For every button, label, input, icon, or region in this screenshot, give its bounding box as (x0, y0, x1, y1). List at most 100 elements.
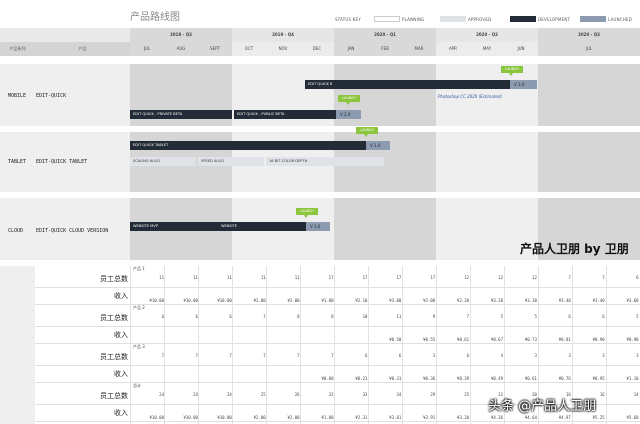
version-v1-tablet[interactable]: V 1.0 (366, 141, 390, 150)
bar-edit-quick-8[interactable]: EDIT QUICK 8 (305, 80, 510, 89)
launch-badge[interactable]: LAUNCH (296, 208, 318, 215)
bar-speed-algo[interactable]: SPEED ALGO (198, 157, 264, 166)
row-divider (35, 343, 640, 344)
column-gridline (198, 266, 199, 424)
table-cell: 26 (294, 392, 300, 397)
launch-arrow (364, 134, 368, 137)
row-label: 收入 (114, 331, 128, 339)
lane-band (436, 132, 538, 192)
table-cell: ¥1.00 (321, 415, 334, 420)
table-cell: 7 (466, 314, 470, 319)
table-cell: ¥2.20 (457, 298, 470, 303)
table-cell: ¥0.39 (457, 376, 470, 381)
table-cell: ¥3.30 (524, 298, 537, 303)
table-cell: 6 (398, 353, 402, 358)
table-cell: 25 (260, 392, 266, 397)
series-cloud: CLOUD (8, 228, 24, 234)
table-cell: ¥0.67 (490, 337, 503, 342)
table-cell: 12 (498, 275, 503, 280)
table-cell: ¥0.36 (423, 376, 436, 381)
table-cell: 7 (161, 353, 164, 358)
table-cell: ¥10.00 (183, 415, 198, 420)
table-cell: 8 (331, 314, 334, 319)
month-header: AUG (164, 42, 198, 56)
table-cell: ¥3.40 (558, 298, 571, 303)
status-approved: APPROVED (468, 17, 492, 22)
bar-website[interactable]: WEBSITE (218, 222, 306, 231)
status-launched: LAUNCHED (608, 17, 632, 22)
planning-swatch (374, 16, 400, 22)
table-cell: 6 (195, 314, 198, 319)
row-divider (35, 365, 640, 366)
table-cell: 7 (568, 275, 571, 280)
bar-16bit-color[interactable]: 16 BIT COLOR DEPTH (266, 157, 384, 166)
table-cell: 7 (602, 275, 605, 280)
launch-badge[interactable]: LAUNCH (356, 127, 378, 134)
table-cell: ¥3.60 (626, 298, 639, 303)
series-tablet: TABLET (8, 159, 27, 165)
table-cell: 5 (534, 314, 537, 319)
status-planning: PLANNING (402, 17, 425, 22)
group-title: 产品 3 (133, 344, 145, 349)
launch-badge[interactable]: LAUNCH (501, 66, 523, 73)
watermark-text: 产品人卫朋 by 卫朋 (520, 242, 629, 256)
table-cell: 14 (633, 392, 639, 397)
table-cell: ¥0.61 (524, 376, 537, 381)
table-cell: ¥1.10 (626, 376, 639, 381)
table-cell: 3 (534, 353, 537, 358)
version-v1-cloud[interactable]: V 1.0 (306, 222, 330, 231)
month-header: JUL (130, 42, 164, 56)
table-cell: 3 (636, 353, 639, 358)
month-header: JAN (334, 42, 368, 56)
row-divider (35, 304, 640, 305)
photoshop-note: Photoshop CC 2020 (Estimated) (438, 94, 502, 99)
table-cell: ¥5.25 (592, 415, 605, 420)
version-v3[interactable]: V 3.0 (510, 80, 537, 89)
table-cell: 32 (328, 392, 334, 397)
table-cell: 29 (430, 392, 436, 397)
development-swatch (510, 16, 536, 22)
bar-private-beta[interactable]: EDIT QUICK - PRIVATE BETA (130, 110, 232, 119)
table-cell: ¥4.64 (524, 415, 537, 420)
table-cell: ¥1.00 (321, 298, 334, 303)
table-cell: ¥0.90 (592, 337, 605, 342)
row-label: 收入 (114, 370, 128, 378)
bar-public-beta[interactable]: EDIT QUICK - PUBLIC BETA (234, 110, 336, 119)
header-product: 产品 (35, 42, 130, 56)
table-cell: 5 (636, 314, 639, 319)
table-cell: 7 (229, 353, 232, 358)
table-cell: ¥5.68 (626, 415, 639, 420)
bar-website-mvp[interactable]: WEBSITE MVP (130, 222, 218, 231)
table-cell: 6 (636, 275, 639, 280)
row-divider (35, 326, 640, 327)
table-cell: ¥2.00 (287, 298, 300, 303)
table-cell: 11 (294, 275, 300, 280)
table-cell: 7 (297, 353, 300, 358)
table-cell: 17 (328, 275, 334, 280)
table-cell: 17 (430, 275, 436, 280)
product-edit-quick-cloud: EDIT-QUICK CLOUD VERSION (36, 228, 109, 234)
table-cell: 24 (226, 392, 232, 397)
version-v2[interactable]: V 2.0 (336, 110, 361, 119)
column-gridline (266, 266, 267, 424)
table-cell: 6 (602, 314, 605, 319)
table-cell: 11 (396, 314, 402, 319)
table-cell: ¥0.95 (592, 376, 605, 381)
bar-edit-quick-tablet[interactable]: EDIT QUICK TABLET (130, 141, 366, 150)
table-cell: 4 (500, 353, 503, 358)
launch-badge[interactable]: LAUNCH (338, 95, 360, 102)
column-gridline (300, 266, 301, 424)
table-cell: 6 (466, 353, 470, 358)
column-gridline (130, 266, 131, 424)
column-gridline (368, 266, 369, 424)
table-cell: 25 (464, 392, 470, 397)
table-cell: ¥10.00 (217, 298, 232, 303)
column-gridline (436, 266, 437, 424)
table-cell: ¥3.81 (389, 415, 402, 420)
bar-scaling-algo[interactable]: SCALING ALGO (130, 157, 196, 166)
approved-swatch (440, 16, 466, 22)
table-cell: ¥10.00 (217, 415, 232, 420)
row-label: 员工总数 (100, 275, 128, 283)
table-cell: ¥0.61 (457, 337, 470, 342)
table-cell: 34 (396, 392, 402, 397)
